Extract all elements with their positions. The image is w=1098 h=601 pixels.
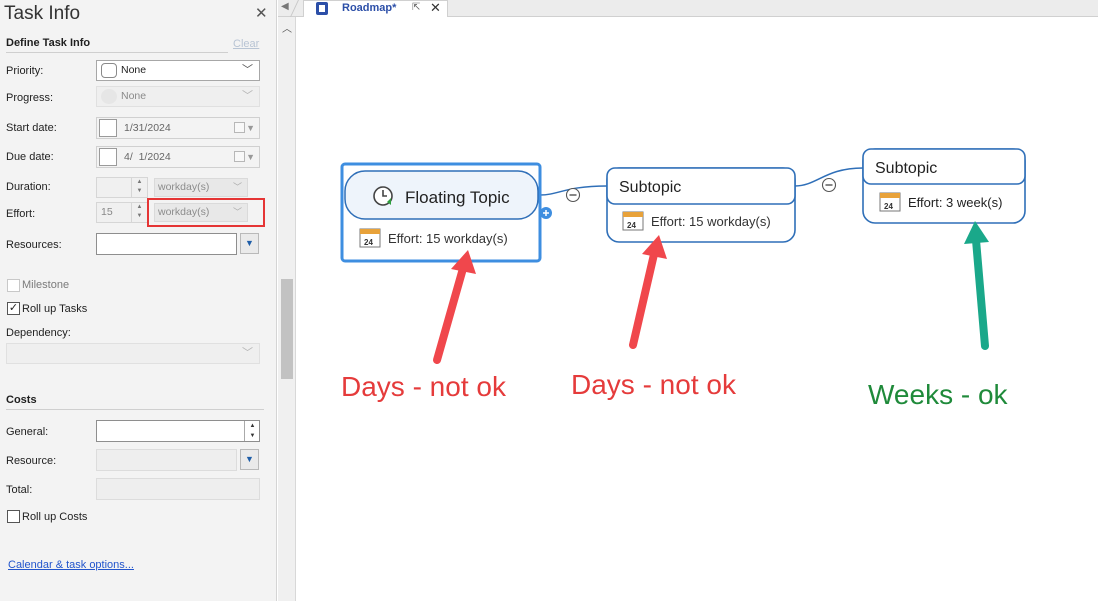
chevron-down-icon[interactable]: ▼ [246, 147, 255, 167]
clock-progress-icon [373, 186, 393, 206]
resource-cost-label: Resource: [6, 455, 57, 467]
due-date-label: Due date: [6, 151, 54, 163]
chevron-down-icon: ﹀ [232, 182, 242, 192]
task-info-panel: Task Info ✕ Define Task Info Clear Prior… [0, 0, 277, 601]
clear-link[interactable]: Clear [233, 38, 259, 50]
red-arrow-2 [629, 235, 667, 349]
progress-circle-icon [101, 89, 117, 104]
priority-select[interactable]: None ﹀ [96, 60, 260, 81]
mind-map-drawing: Floating Topic 24 Effort: 15 workday(s) … [340, 148, 1026, 410]
subtopic-2-effort: Effort: 3 week(s) [908, 195, 1002, 210]
panel-title: Task Info [4, 3, 81, 24]
svg-text:24: 24 [884, 202, 893, 211]
general-cost-input[interactable]: ▲ ▼ [96, 420, 260, 442]
start-date-checkbox[interactable] [99, 119, 117, 137]
scroll-thumb[interactable] [281, 279, 293, 379]
add-subtopic-icon[interactable] [540, 207, 552, 219]
priority-label: Priority: [6, 65, 44, 77]
calendar-24-icon: 24 [359, 228, 381, 248]
resources-input[interactable] [96, 233, 237, 255]
rollup-tasks-checkbox[interactable]: ✓ [7, 302, 20, 315]
chevron-down-icon: ﹀ [242, 347, 253, 359]
define-task-heading: Define Task Info [6, 37, 91, 49]
dependency-label: Dependency: [6, 327, 71, 339]
tab-scroll-left-icon[interactable]: ◀ [281, 1, 289, 12]
define-divider [6, 52, 228, 53]
subtopic-1-effort: Effort: 15 workday(s) [651, 214, 771, 229]
tab-roadmap[interactable]: Roadmap* ⇱ ✕ [303, 0, 448, 17]
green-arrow [964, 221, 989, 350]
costs-heading: Costs [6, 394, 37, 406]
dependency-select[interactable]: ﹀ [6, 343, 260, 364]
due-date-checkbox[interactable] [99, 148, 117, 166]
calendar-icon[interactable] [234, 151, 245, 162]
annotation-weeks: Weeks - ok [868, 379, 1009, 410]
mind-map-canvas[interactable]: Floating Topic 24 Effort: 15 workday(s) … [297, 18, 1098, 601]
spin-arrows-icon[interactable]: ▲ ▼ [244, 421, 260, 441]
svg-text:24: 24 [627, 221, 636, 230]
svg-text:24: 24 [364, 238, 373, 247]
start-date-value: 1/31/2024 [124, 122, 171, 134]
priority-value: None [121, 64, 147, 76]
close-icon[interactable]: ✕ [255, 4, 268, 22]
due-date-value: 4/ 1/2024 [124, 151, 171, 163]
spin-arrows-icon[interactable]: ▲ ▼ [131, 203, 147, 222]
scroll-up-icon[interactable]: ︿ [278, 20, 296, 35]
chevron-down-icon: ﹀ [242, 64, 253, 76]
due-date-picker[interactable]: 4/ 1/2024 ▼ [96, 146, 260, 168]
rollup-tasks-label: Roll up Tasks [22, 303, 88, 315]
costs-divider [6, 409, 264, 410]
document-tab-strip: ◀ Roadmap* ⇱ ✕ [278, 0, 1098, 17]
effort-value: 15 [101, 206, 113, 218]
duration-unit-value: workday(s) [158, 181, 210, 193]
calendar-icon[interactable] [234, 122, 245, 133]
chevron-down-icon[interactable]: ▼ [246, 118, 255, 138]
priority-swatch-icon [101, 63, 117, 78]
milestone-checkbox[interactable] [7, 279, 20, 292]
collapse-icon[interactable] [565, 187, 581, 203]
tab-label: Roadmap* [342, 2, 397, 14]
close-tab-icon[interactable]: ✕ [430, 0, 441, 16]
floating-topic-title: Floating Topic [405, 188, 510, 207]
vertical-scrollbar[interactable]: ︿ [278, 17, 296, 601]
subtopic-1-title: Subtopic [619, 179, 681, 196]
calendar-24-icon: 24 [879, 192, 901, 212]
total-cost-field [96, 478, 260, 500]
collapse-icon[interactable] [821, 177, 837, 193]
effort-spinner[interactable]: 15 ▲ ▼ [96, 202, 148, 223]
calendar-options-link[interactable]: Calendar & task options... [8, 559, 134, 571]
progress-select[interactable]: None ﹀ [96, 86, 260, 107]
milestone-label: Milestone [22, 279, 70, 291]
total-label: Total: [6, 484, 33, 496]
duration-spinner[interactable]: ▲ ▼ [96, 177, 148, 198]
resource-cost-input[interactable] [96, 449, 237, 471]
red-arrow-1 [433, 250, 476, 364]
tab-separator [290, 0, 299, 17]
floating-effort-label: Effort: 15 workday(s) [388, 231, 508, 246]
annotation-days-1: Days - not ok [341, 371, 507, 402]
progress-label: Progress: [6, 92, 54, 104]
rollup-costs-checkbox[interactable] [7, 510, 20, 523]
map-document-icon [316, 2, 328, 15]
subtopic-2-title: Subtopic [875, 160, 937, 177]
resources-dropdown-icon[interactable]: ▼ [240, 233, 259, 254]
duration-unit-select[interactable]: workday(s) ﹀ [154, 178, 248, 197]
rollup-costs-label: Roll up Costs [22, 511, 88, 523]
start-date-picker[interactable]: 1/31/2024 ▼ [96, 117, 260, 139]
spin-arrows-icon[interactable]: ▲ ▼ [131, 178, 147, 197]
pin-tab-icon[interactable]: ⇱ [412, 2, 420, 13]
progress-value: None [121, 90, 147, 102]
duration-label: Duration: [6, 181, 51, 193]
calendar-24-icon: 24 [622, 211, 644, 231]
highlight-box [147, 198, 265, 227]
start-date-label: Start date: [6, 122, 57, 134]
annotation-days-2: Days - not ok [571, 369, 737, 400]
general-label: General: [6, 426, 49, 438]
resources-label: Resources: [6, 239, 62, 251]
effort-label: Effort: [6, 208, 36, 220]
resource-cost-dropdown-icon[interactable]: ▼ [240, 449, 259, 470]
chevron-down-icon: ﹀ [242, 90, 253, 102]
